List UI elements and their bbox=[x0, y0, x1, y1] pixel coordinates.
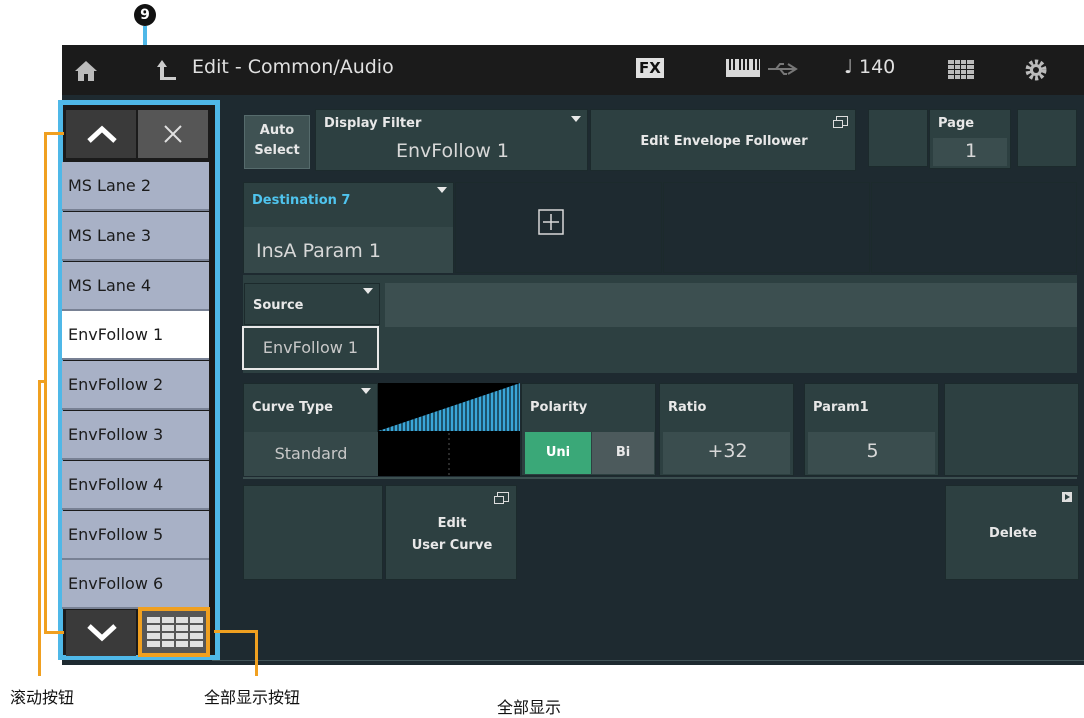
gear-icon[interactable] bbox=[1024, 58, 1048, 82]
list-item[interactable]: EnvFollow 1 bbox=[62, 311, 209, 361]
chevron-up-icon bbox=[87, 125, 117, 143]
empty-destination-slot bbox=[663, 182, 870, 273]
bottom-rule bbox=[212, 660, 1084, 661]
tempo-display[interactable]: ♩ 140 bbox=[844, 56, 895, 78]
display-filter-value: EnvFollow 1 bbox=[395, 140, 510, 162]
callout-number: 9 bbox=[134, 4, 156, 26]
grid-view-icon[interactable] bbox=[948, 60, 974, 80]
popup-icon bbox=[494, 492, 509, 504]
top-bar: Edit - Common/Audio FX ♩ 140 bbox=[62, 45, 1084, 95]
list-item[interactable]: MS Lane 4 bbox=[62, 261, 209, 311]
auto-select-label-1: Auto bbox=[259, 123, 295, 138]
show-all-button[interactable] bbox=[138, 607, 210, 657]
auto-select-label-2: Select bbox=[254, 143, 300, 158]
edit-envelope-follower-label: Edit Envelope Follower bbox=[640, 134, 808, 149]
callout-line-scroll-vert bbox=[38, 380, 41, 676]
source-value: EnvFollow 1 bbox=[262, 338, 359, 357]
fx-badge[interactable]: FX bbox=[636, 58, 664, 78]
blank-panel-3 bbox=[944, 383, 1079, 476]
curve-type-label: Curve Type bbox=[252, 400, 333, 415]
curve-graph bbox=[378, 383, 520, 476]
blank-panel-2 bbox=[1017, 109, 1077, 167]
add-destination-button[interactable] bbox=[455, 182, 662, 273]
callout-line-show-all-vert bbox=[255, 630, 258, 676]
chevron-down-icon bbox=[87, 624, 117, 642]
param1-value: 5 bbox=[866, 440, 879, 462]
polarity-field: Polarity Uni Bi bbox=[521, 383, 656, 476]
list-item[interactable]: EnvFollow 6 bbox=[62, 560, 209, 610]
list-item[interactable]: MS Lane 2 bbox=[62, 162, 209, 211]
source-info-bar bbox=[385, 283, 1077, 327]
scroll-buttons-caption: 滚动按钮 bbox=[10, 688, 75, 707]
display-filter-label: Display Filter bbox=[324, 116, 422, 131]
page-label: Page bbox=[938, 116, 975, 131]
destination-dropdown[interactable]: Destination 7 InsA Param 1 bbox=[243, 182, 454, 273]
back-arrow-icon[interactable] bbox=[156, 58, 178, 82]
usb-icon bbox=[768, 63, 798, 75]
blank-panel-4 bbox=[243, 485, 383, 580]
curve-type-value: Standard bbox=[274, 444, 348, 463]
show-all-caption: 全部显示 bbox=[497, 698, 562, 717]
callout-bracket-scroll bbox=[44, 132, 64, 634]
keyboard-icon bbox=[726, 59, 760, 77]
page-field[interactable]: Page 1 bbox=[929, 109, 1011, 169]
polarity-label: Polarity bbox=[530, 400, 588, 415]
plus-icon bbox=[538, 209, 564, 235]
dropdown-arrow-icon bbox=[363, 288, 373, 294]
show-all-button-caption: 全部显示按钮 bbox=[204, 688, 301, 707]
empty-destination-slot bbox=[871, 182, 1077, 273]
polarity-uni-button[interactable]: Uni bbox=[525, 432, 591, 474]
destination-label: Destination 7 bbox=[252, 193, 351, 208]
display-filter-dropdown[interactable]: Display Filter EnvFollow 1 bbox=[315, 109, 588, 171]
edit-user-curve-label-2: User Curve bbox=[411, 538, 493, 553]
delete-button[interactable]: Delete bbox=[945, 485, 1079, 580]
dropdown-arrow-icon bbox=[437, 187, 447, 193]
ratio-label: Ratio bbox=[668, 400, 707, 415]
source-dropdown[interactable]: Source bbox=[244, 283, 380, 325]
destination-value: InsA Param 1 bbox=[256, 240, 381, 262]
param1-field[interactable]: Param1 5 bbox=[804, 383, 939, 476]
scroll-up-button[interactable] bbox=[66, 110, 136, 158]
blank-panel-1 bbox=[868, 109, 928, 167]
source-label: Source bbox=[253, 298, 304, 313]
edit-user-curve-label-1: Edit bbox=[437, 516, 467, 531]
popup-icon bbox=[833, 116, 848, 128]
edit-envelope-follower-button[interactable]: Edit Envelope Follower bbox=[590, 109, 856, 171]
close-icon bbox=[164, 125, 182, 143]
dropdown-arrow-icon bbox=[571, 116, 581, 122]
page-value: 1 bbox=[964, 140, 978, 162]
callout-line-show-all bbox=[214, 630, 258, 633]
param1-label: Param1 bbox=[813, 400, 869, 415]
list-item[interactable]: EnvFollow 3 bbox=[62, 411, 209, 460]
ratio-value: +32 bbox=[707, 440, 748, 462]
page-title: Edit - Common/Audio bbox=[192, 56, 394, 78]
ratio-field[interactable]: Ratio +32 bbox=[659, 383, 794, 476]
home-icon[interactable] bbox=[74, 60, 98, 82]
curve-type-dropdown[interactable]: Curve Type Standard bbox=[243, 383, 378, 476]
auto-select-button[interactable]: Auto Select bbox=[242, 113, 314, 173]
list-items: MS Lane 2 MS Lane 3 MS Lane 4 EnvFollow 1 En… bbox=[62, 162, 210, 610]
page-arrow-icon bbox=[1062, 492, 1072, 502]
grid-list-icon bbox=[147, 617, 203, 649]
scroll-down-button[interactable] bbox=[66, 610, 136, 656]
list-item[interactable]: EnvFollow 4 bbox=[62, 460, 209, 510]
list-item[interactable]: EnvFollow 5 bbox=[62, 510, 209, 560]
polarity-bi-button[interactable]: Bi bbox=[592, 432, 654, 474]
close-list-button[interactable] bbox=[138, 110, 208, 158]
source-value-box[interactable]: EnvFollow 1 bbox=[242, 326, 379, 370]
list-item[interactable]: EnvFollow 2 bbox=[62, 361, 209, 411]
list-item[interactable]: MS Lane 3 bbox=[62, 211, 209, 261]
dropdown-arrow-icon bbox=[361, 388, 371, 394]
edit-user-curve-button[interactable]: Edit User Curve bbox=[385, 485, 517, 580]
delete-label: Delete bbox=[989, 526, 1037, 541]
